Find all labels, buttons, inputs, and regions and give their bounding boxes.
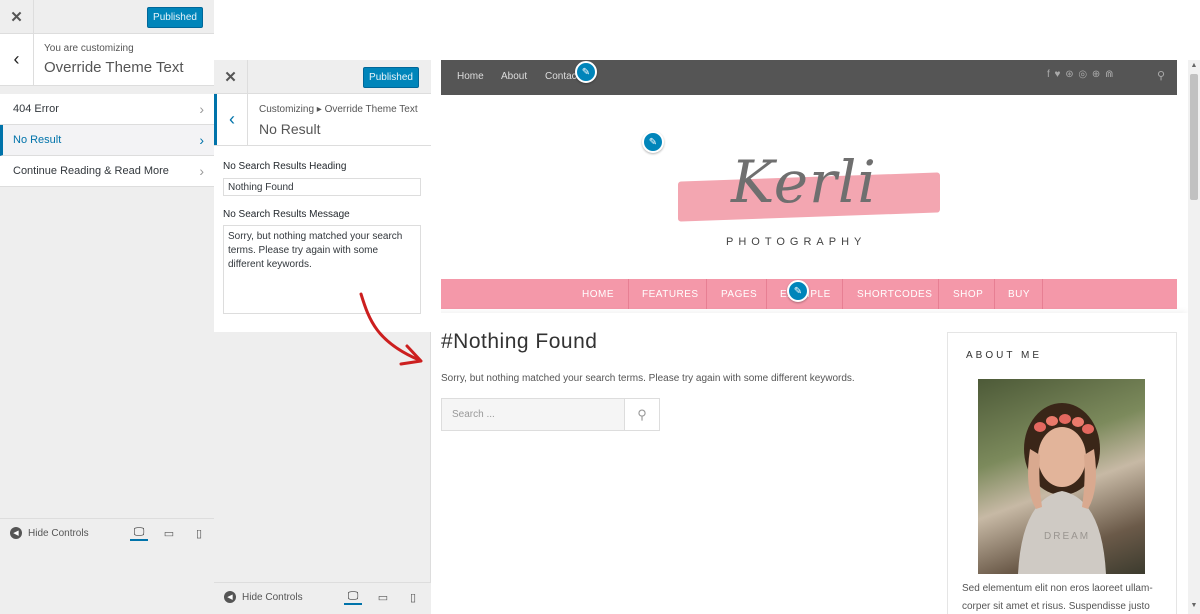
hide-controls-label: Hide Controls xyxy=(242,591,303,603)
nav-features[interactable]: FEATURES xyxy=(642,279,699,309)
hide-controls-button[interactable]: ◀ Hide Controls xyxy=(10,527,89,539)
nav-divider xyxy=(766,279,767,309)
edit-pencil-icon[interactable]: ✎ xyxy=(787,280,809,302)
published-button[interactable]: Published xyxy=(363,67,419,88)
scroll-thumb[interactable] xyxy=(1190,74,1198,200)
site-logo[interactable]: Kerli xyxy=(731,148,877,216)
preview-scrollbar[interactable]: ▲ ▼ xyxy=(1188,60,1200,614)
section-label: 404 Error xyxy=(13,103,59,115)
heading-field-label: No Search Results Heading xyxy=(223,161,347,172)
nav-divider xyxy=(994,279,995,309)
hide-controls-label: Hide Controls xyxy=(28,527,89,539)
main-navigation: HOME FEATURES PAGES EXAMPLE SHORTCODES S… xyxy=(441,279,1177,309)
about-me-widget: ABOUT ME DREAM Sed elementum elit non er… xyxy=(947,332,1177,614)
nav-home[interactable]: HOME xyxy=(582,279,614,309)
chevron-right-icon: › xyxy=(199,163,204,179)
no-results-message: Sorry, but nothing matched your search t… xyxy=(441,373,855,384)
nav-divider xyxy=(938,279,939,309)
desktop-preview-icon[interactable]: 🖵 xyxy=(130,525,148,541)
nav-divider xyxy=(628,279,629,309)
search-button[interactable]: ⚲ xyxy=(624,398,660,431)
tablet-preview-icon[interactable]: ▭ xyxy=(160,525,178,541)
customizer-header: ✕ Published xyxy=(214,60,431,94)
widget-title: ABOUT ME xyxy=(966,350,1043,361)
top-navigation: Home About Contact f ♥ ⊛ ◎ ⊕ ⋒ ⚲ xyxy=(441,60,1177,95)
scroll-down-icon[interactable]: ▼ xyxy=(1189,602,1199,612)
customizer-panel-back: ✕ Published ‹ You are customizing Overri… xyxy=(0,0,214,614)
customizer-info: ‹ You are customizing Override Theme Tex… xyxy=(0,34,214,86)
nav-pages[interactable]: PAGES xyxy=(721,279,757,309)
site-tagline: PHOTOGRAPHY xyxy=(726,236,867,248)
message-field-label: No Search Results Message xyxy=(223,209,350,220)
back-icon[interactable]: ‹ xyxy=(214,94,248,145)
section-label: Continue Reading & Read More xyxy=(13,165,169,177)
close-icon[interactable]: ✕ xyxy=(0,0,34,34)
about-photo: DREAM xyxy=(978,379,1145,574)
mobile-preview-icon[interactable]: ▯ xyxy=(404,589,422,605)
site-preview: Home About Contact f ♥ ⊛ ◎ ⊕ ⋒ ⚲ ✎ ✎ Ker… xyxy=(441,60,1188,614)
social-icons[interactable]: f ♥ ⊛ ◎ ⊕ ⋒ xyxy=(1047,69,1114,80)
chevron-right-icon: › xyxy=(199,101,204,117)
section-continue-reading[interactable]: Continue Reading & Read More › xyxy=(0,156,214,187)
edit-pencil-icon[interactable]: ✎ xyxy=(642,131,664,153)
heading-input[interactable]: Nothing Found xyxy=(223,178,421,196)
desktop-preview-icon[interactable]: 🖵 xyxy=(344,589,362,605)
nav-shortcodes[interactable]: SHORTCODES xyxy=(857,279,932,309)
top-nav-about[interactable]: About xyxy=(501,71,527,82)
annotation-arrow-icon xyxy=(359,292,423,366)
mobile-preview-icon[interactable]: ▯ xyxy=(190,525,208,541)
scroll-up-icon[interactable]: ▲ xyxy=(1189,62,1199,72)
top-nav-home[interactable]: Home xyxy=(457,71,484,82)
published-button[interactable]: Published xyxy=(147,7,203,28)
nav-buy[interactable]: BUY xyxy=(1008,279,1030,309)
edit-pencil-icon[interactable]: ✎ xyxy=(575,61,597,83)
customizing-label: You are customizing xyxy=(44,43,134,54)
breadcrumb: Customizing ▸ Override Theme Text xyxy=(259,104,418,115)
nav-divider xyxy=(1042,279,1043,309)
customizer-footer: ◀ Hide Controls 🖵 ▭ ▯ xyxy=(214,582,431,614)
panel-title: No Result xyxy=(259,121,321,137)
section-label: No Result xyxy=(13,134,62,146)
nav-divider xyxy=(842,279,843,309)
panel-title: Override Theme Text xyxy=(44,59,184,76)
collapse-icon: ◀ xyxy=(224,591,236,603)
nav-shop[interactable]: SHOP xyxy=(953,279,983,309)
tablet-preview-icon[interactable]: ▭ xyxy=(374,589,392,605)
customizer-header: ✕ Published xyxy=(0,0,214,34)
section-404-error[interactable]: 404 Error › xyxy=(0,94,214,125)
search-icon[interactable]: ⚲ xyxy=(1157,69,1165,82)
section-no-result[interactable]: No Result › xyxy=(0,125,214,156)
back-icon[interactable]: ‹ xyxy=(0,34,34,85)
nav-divider xyxy=(706,279,707,309)
widget-text: Sed elementum elit non eros laoreet ulla… xyxy=(962,583,1153,612)
collapse-icon: ◀ xyxy=(10,527,22,539)
customizer-footer: ◀ Hide Controls 🖵 ▭ ▯ xyxy=(0,518,214,550)
close-icon[interactable]: ✕ xyxy=(214,60,248,94)
no-results-heading: #Nothing Found xyxy=(441,330,598,353)
hide-controls-button[interactable]: ◀ Hide Controls xyxy=(224,591,303,603)
search-input[interactable]: Search ... xyxy=(441,398,625,431)
customizer-info: ‹ Customizing ▸ Override Theme Text No R… xyxy=(214,94,431,146)
chevron-right-icon: › xyxy=(199,132,204,148)
svg-text:DREAM: DREAM xyxy=(1044,531,1090,542)
